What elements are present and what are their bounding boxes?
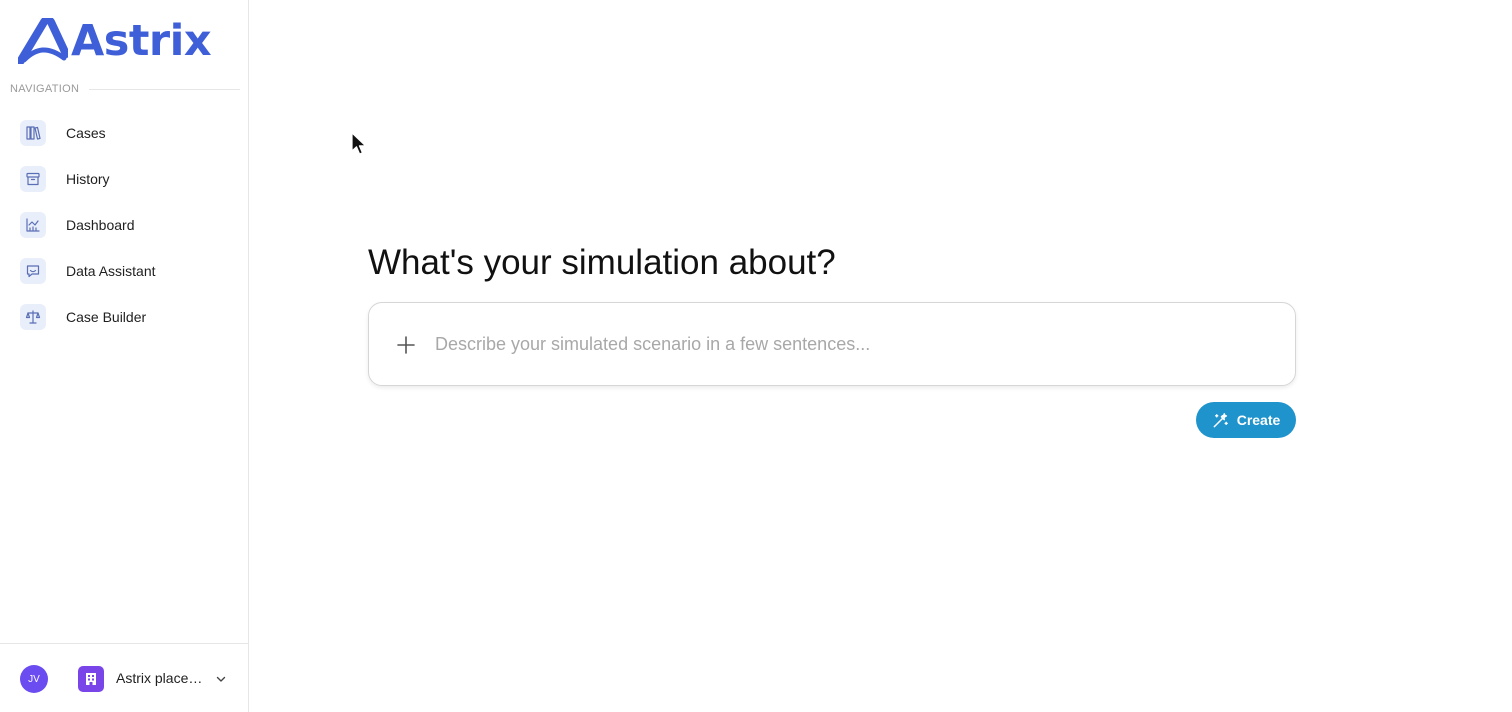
page-title: What's your simulation about? (368, 243, 836, 282)
sidebar-item-dashboard[interactable]: Dashboard (0, 202, 249, 248)
sidebar: Astrix NAVIGATION Cases History Dashboar… (0, 0, 249, 712)
scenario-prompt-box (368, 302, 1296, 386)
sidebar-item-label: Data Assistant (66, 263, 156, 279)
books-icon (20, 120, 46, 146)
sidebar-item-history[interactable]: History (0, 156, 249, 202)
create-button-label: Create (1236, 412, 1281, 428)
create-button[interactable]: Create (1196, 402, 1296, 438)
nav-section-label: NAVIGATION (10, 83, 80, 95)
mouse-pointer-icon (351, 132, 367, 155)
magic-wand-icon (1213, 412, 1228, 427)
archive-icon (20, 166, 46, 192)
plus-icon[interactable] (394, 333, 418, 357)
sidebar-item-cases[interactable]: Cases (0, 110, 249, 156)
chevron-down-icon[interactable] (214, 672, 228, 686)
scale-icon (20, 304, 46, 330)
sidebar-item-label: Dashboard (66, 217, 135, 233)
org-switcher-label[interactable]: Astrix place… (116, 670, 206, 686)
sidebar-item-case-builder[interactable]: Case Builder (0, 294, 249, 340)
app-root: Astrix NAVIGATION Cases History Dashboar… (0, 0, 1512, 712)
brand-logo[interactable]: Astrix (18, 15, 212, 66)
sidebar-item-label: Cases (66, 125, 106, 141)
sidebar-item-data-assistant[interactable]: Data Assistant (0, 248, 249, 294)
chart-icon (20, 212, 46, 238)
main-content: What's your simulation about? Create (250, 0, 1512, 712)
logo-mark-icon (18, 18, 68, 64)
sidebar-footer: JV Astrix place… (0, 643, 248, 712)
avatar[interactable]: JV (20, 665, 48, 693)
sidebar-item-label: History (66, 171, 110, 187)
brand-name: Astrix (71, 15, 212, 66)
chat-icon (20, 258, 46, 284)
nav-divider (89, 88, 240, 90)
scenario-input[interactable] (435, 329, 1265, 359)
sidebar-nav: Cases History Dashboard Data Assistant C… (0, 110, 249, 340)
sidebar-item-label: Case Builder (66, 309, 147, 325)
building-icon[interactable] (78, 666, 104, 692)
nav-section-header: NAVIGATION (10, 83, 240, 95)
